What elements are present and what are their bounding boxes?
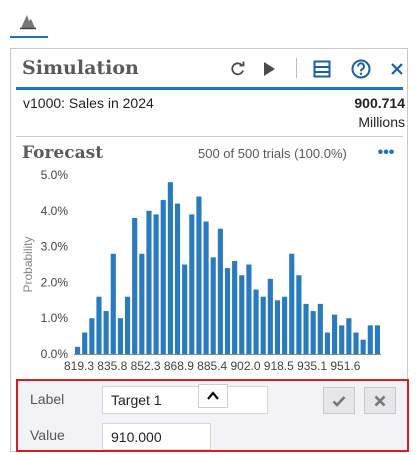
- histogram-bar: [232, 260, 238, 354]
- title-underline: [16, 87, 403, 90]
- section-divider: [16, 136, 403, 137]
- histogram-bar: [332, 314, 338, 354]
- histogram-bar: [124, 296, 131, 354]
- x-tick-label: 935.1: [297, 359, 327, 373]
- histogram-bar: [174, 203, 181, 354]
- forecast-histogram: 5.0%4.0%3.0%2.0%1.0%0.0%Probability819.3…: [21, 168, 381, 373]
- histogram-bar: [224, 268, 231, 354]
- x-tick-label: 852.3: [131, 359, 161, 373]
- check-icon: [332, 395, 346, 407]
- value-caption: Value: [30, 427, 65, 443]
- histogram-bar: [346, 318, 352, 354]
- histogram-bar: [353, 332, 359, 354]
- histogram-bar: [75, 346, 81, 354]
- histogram-bar: [160, 200, 166, 354]
- collapse-button[interactable]: [198, 384, 228, 408]
- x-tick-label: 868.9: [164, 359, 194, 373]
- histogram-bar: [289, 253, 295, 354]
- histogram-bar: [260, 296, 266, 354]
- histogram-bar: [374, 325, 380, 354]
- x-tick-label: 951.6: [330, 359, 360, 373]
- histogram-bar: [146, 210, 152, 354]
- histogram-bar: [132, 217, 138, 354]
- y-tick-label: 1.0%: [41, 311, 69, 325]
- x-icon: [374, 395, 386, 406]
- close-icon[interactable]: [386, 58, 408, 80]
- histogram-bar: [310, 311, 316, 354]
- x-tick-label: 902.0: [230, 359, 260, 373]
- histogram-bar: [103, 311, 109, 354]
- histogram-bar: [317, 303, 323, 354]
- histogram-bar: [217, 228, 223, 354]
- more-options-icon[interactable]: •••: [375, 144, 397, 161]
- active-tab-indicator: [10, 36, 48, 38]
- histogram-bar: [239, 275, 245, 354]
- chevron-up-icon: [207, 391, 219, 400]
- label-caption: Label: [30, 391, 65, 407]
- histogram-bar: [153, 214, 159, 354]
- histogram-bar: [324, 332, 331, 354]
- histogram-bar: [339, 325, 345, 354]
- histogram-bar: [303, 303, 309, 354]
- refresh-icon[interactable]: [227, 58, 249, 80]
- forecast-units: Millions: [358, 114, 405, 130]
- histogram-bar: [274, 300, 281, 354]
- histogram-bar: [82, 332, 88, 354]
- x-tick-label: 835.8: [97, 359, 127, 373]
- cancel-button[interactable]: [364, 387, 396, 414]
- x-tick-label: 819.3: [64, 359, 94, 373]
- y-axis-label: Probability: [21, 236, 35, 292]
- histogram-bar: [110, 253, 116, 354]
- target-label-input[interactable]: [102, 386, 268, 414]
- help-icon[interactable]: [350, 58, 372, 80]
- y-tick-label: 2.0%: [41, 275, 69, 289]
- histogram-bar: [196, 196, 202, 354]
- histogram-bar: [167, 182, 173, 354]
- panel-title: Simulation: [22, 57, 139, 79]
- x-tick-label: 885.4: [197, 359, 227, 373]
- histogram-bar: [367, 325, 373, 354]
- chart-title: Forecast: [22, 143, 104, 163]
- trials-count: 500 of 500 trials (100.0%): [198, 146, 347, 161]
- histogram-bar: [282, 296, 288, 354]
- target-value-input[interactable]: [102, 423, 211, 450]
- header-divider: [296, 58, 297, 78]
- y-tick-label: 5.0%: [41, 168, 69, 182]
- forecast-name: v1000: Sales in 2024: [23, 95, 154, 111]
- y-tick-label: 3.0%: [41, 240, 69, 254]
- histogram-bar: [96, 296, 102, 354]
- histogram-bar: [296, 275, 302, 354]
- histogram-bar: [210, 257, 216, 354]
- panel-icon[interactable]: [311, 58, 333, 80]
- histogram-bar: [360, 339, 366, 354]
- confirm-button[interactable]: [323, 387, 355, 414]
- histogram-bar: [117, 318, 123, 354]
- histogram-bar: [203, 221, 209, 354]
- histogram-bar: [189, 214, 195, 354]
- y-tick-label: 4.0%: [41, 204, 69, 218]
- x-tick-label: 918.5: [264, 359, 294, 373]
- histogram-bar: [139, 253, 145, 354]
- play-icon[interactable]: [258, 58, 280, 80]
- histogram-bar: [89, 318, 95, 354]
- chart-icon: [20, 15, 36, 30]
- histogram-bar: [182, 264, 188, 354]
- forecast-value: 900.714: [354, 95, 405, 111]
- histogram-bar: [267, 278, 273, 354]
- histogram-bar: [246, 264, 252, 354]
- histogram-bar: [253, 289, 259, 354]
